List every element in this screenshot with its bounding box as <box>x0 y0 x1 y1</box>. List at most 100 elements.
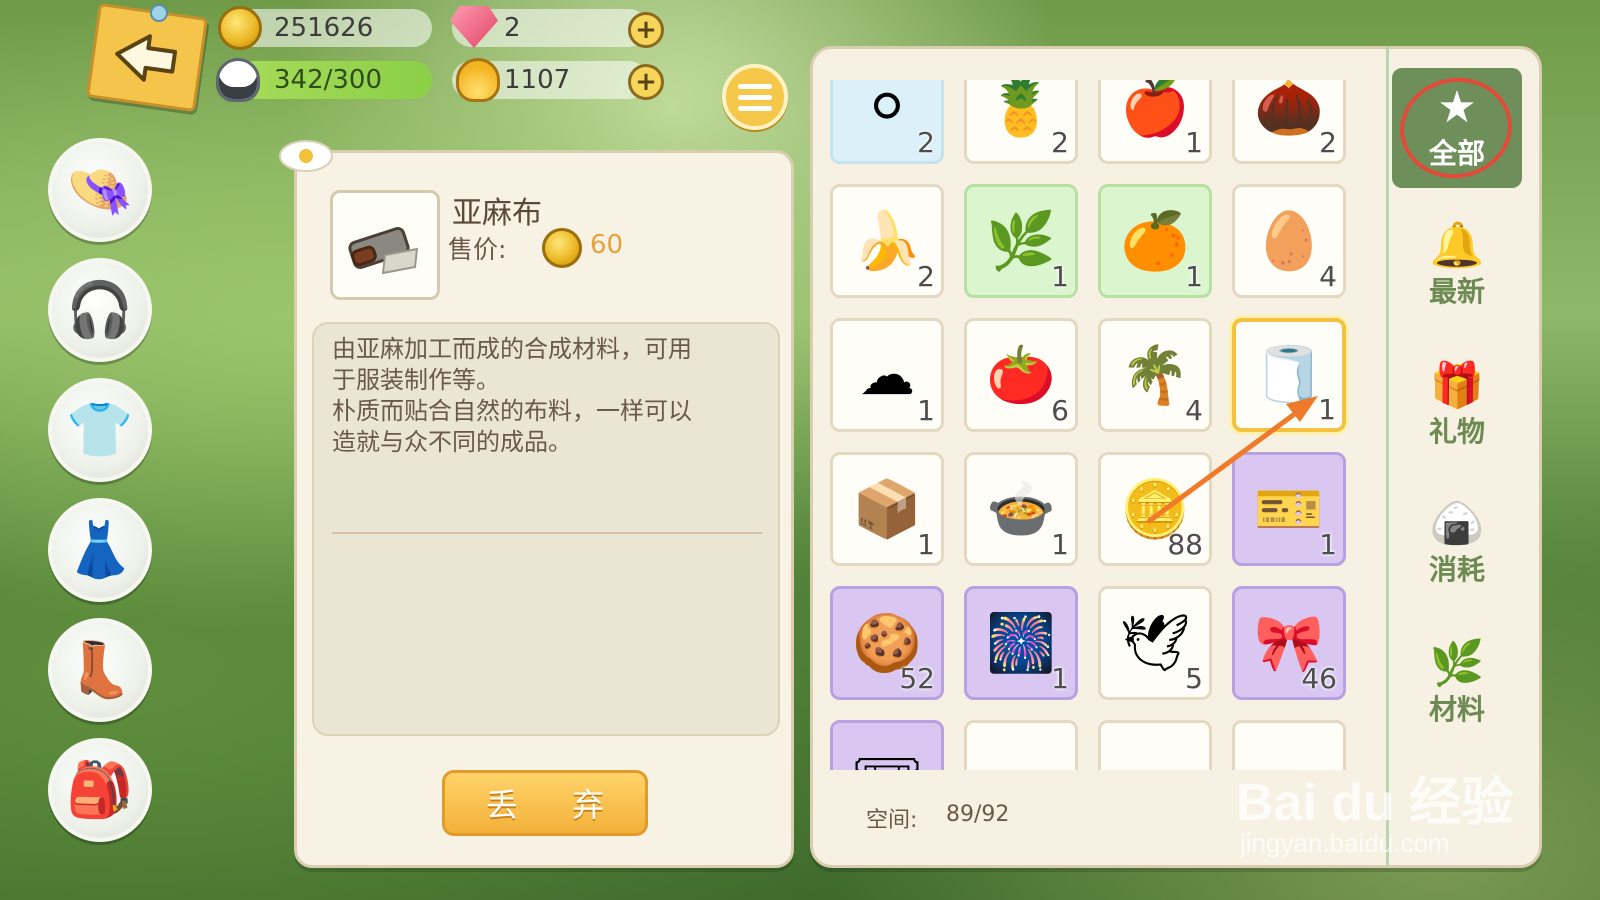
space-label: 空间: <box>866 808 918 833</box>
flower-icon <box>279 140 333 172</box>
item-quantity: 6 <box>1051 394 1069 427</box>
add-shells-button[interactable]: + <box>628 64 664 100</box>
inventory-slot[interactable]: 🎆 1 <box>964 586 1078 700</box>
tab-gifts[interactable]: 🎁 礼物 <box>1392 346 1522 466</box>
hat-icon: 👒 <box>66 158 134 221</box>
inventory-slot[interactable]: 🍅 6 <box>964 318 1078 432</box>
menu-icon <box>738 83 772 89</box>
shell-icon <box>456 58 500 102</box>
backpack-icon: 🎒 <box>66 758 134 821</box>
tab-consumables[interactable]: 🍙 消耗 <box>1392 484 1522 604</box>
back-arrow-icon <box>115 33 178 82</box>
space-value: 89/92 <box>946 802 1010 827</box>
egg-icon: 🥚 <box>1254 209 1324 274</box>
menu-button[interactable] <box>722 64 788 130</box>
stamina-value: 342/300 <box>274 65 383 95</box>
description-line: 于服装制作等。 <box>332 366 500 394</box>
linen-cloth-icon <box>348 227 419 275</box>
coupon-icon: 🎟 <box>851 744 922 770</box>
tab-label: 消耗 <box>1428 553 1485 586</box>
chestnut-icon: 🌰 <box>1254 80 1324 140</box>
inventory-slot[interactable]: 📦 1 <box>830 452 944 566</box>
coin-value: 251626 <box>274 13 374 43</box>
pin-icon <box>150 4 168 22</box>
cotton-icon: ☁ <box>859 342 915 408</box>
inventory-slot[interactable]: 🌿 1 <box>964 184 1078 298</box>
item-quantity: 2 <box>1051 126 1069 159</box>
shirt-icon: 👕 <box>66 398 134 461</box>
item-quantity: 46 <box>1301 662 1337 695</box>
top-clothing-button[interactable]: 👕 <box>48 378 152 482</box>
item-description: 由亚麻加工而成的合成材料，可用 于服装制作等。 朴质而贴合自然的布料，一样可以 … <box>312 322 780 736</box>
tab-all[interactable]: ★ 全部 <box>1392 68 1522 188</box>
inventory-slot[interactable]: 🍎 1 <box>1098 80 1212 164</box>
tab-materials[interactable]: 🌿 材料 <box>1392 624 1522 744</box>
inventory-slot[interactable]: 🍊 1 <box>1098 184 1212 298</box>
item-quantity: 52 <box>899 662 935 695</box>
tomato-icon: 🍅 <box>986 343 1056 408</box>
empty-inventory-slot[interactable] <box>964 720 1078 770</box>
tab-latest[interactable]: 🔔 最新 <box>1392 206 1522 326</box>
inventory-slot[interactable]: 🌰 2 <box>1232 80 1346 164</box>
banana-icon: 🍌 <box>852 209 922 274</box>
inventory-slot[interactable]: 🍌 2 <box>830 184 944 298</box>
pineapple-icon: 🍍 <box>986 80 1056 140</box>
price-label: 售价: <box>448 235 507 264</box>
inventory-slot[interactable]: 🪙 88 <box>1098 452 1212 566</box>
item-quantity: 1 <box>1051 662 1069 695</box>
branch-icon: 🌿 <box>1429 638 1485 689</box>
inventory-slot[interactable]: 🥚 4 <box>1232 184 1346 298</box>
inventory-slot[interactable]: 🎟 <box>830 720 944 770</box>
bell-icon: 🔔 <box>1429 220 1485 271</box>
coin-icon <box>218 6 262 50</box>
price-value: 60 <box>590 230 624 260</box>
inventory-slot[interactable]: 🎀 46 <box>1232 586 1346 700</box>
item-quantity: 88 <box>1167 528 1203 561</box>
highlight-circle <box>1392 69 1520 187</box>
skirt-button[interactable]: 👗 <box>48 498 152 602</box>
headphones-button[interactable]: 🎧 <box>48 258 152 362</box>
riceball-icon: 🍙 <box>1429 498 1485 549</box>
apple-icon: 🍎 <box>1120 80 1190 140</box>
pearl-icon: ⚪ <box>863 80 911 140</box>
divider <box>332 532 762 534</box>
watermark-logo: Bai du 经验 <box>1236 774 1514 832</box>
item-quantity: 1 <box>917 394 935 427</box>
inventory-slot[interactable]: 🧻 1 <box>1232 318 1346 432</box>
headphones-icon: 🎧 <box>66 278 134 341</box>
backpack-button[interactable]: 🎒 <box>48 738 152 842</box>
add-gems-button[interactable]: + <box>628 12 664 48</box>
inventory-slot[interactable]: 🎫 1 <box>1232 452 1346 566</box>
fireworks-box-icon: 🎆 <box>986 611 1056 676</box>
inventory-slot[interactable]: ☁ 1 <box>830 318 944 432</box>
physalis-icon: 🍊 <box>1120 209 1190 274</box>
shoes-button[interactable]: 👢 <box>48 618 152 722</box>
item-name: 亚麻布 <box>452 196 542 231</box>
gift-icon: 🎁 <box>1429 360 1485 411</box>
gem-value: 2 <box>504 13 521 43</box>
description-line: 造就与众不同的成品。 <box>332 428 572 456</box>
inventory-slot[interactable]: 🌴 4 <box>1098 318 1212 432</box>
emblem-icon: 🕊 <box>1119 611 1191 676</box>
inventory-slot[interactable]: 🍍 2 <box>964 80 1078 164</box>
inventory-slot[interactable]: 🍲 1 <box>964 452 1078 566</box>
menu-icon-bar <box>738 94 772 100</box>
hat-button[interactable]: 👒 <box>48 138 152 242</box>
item-quantity: 2 <box>1319 126 1337 159</box>
panel-divider <box>1386 46 1389 866</box>
inventory-slot[interactable]: ⚪ 2 <box>830 80 944 164</box>
item-thumbnail <box>330 190 440 300</box>
item-quantity: 4 <box>1319 260 1337 293</box>
item-quantity: 1 <box>1319 528 1337 561</box>
shell-value: 1107 <box>504 65 571 95</box>
inventory-grid[interactable]: ⚪ 2 🍍 2 🍎 1 🌰 2 🍌 2 🌿 1 🍊 1 🥚 4 ☁ 1 🍅 6 🌴 4 🧻 1 📦 1 🍲 1 🪙 88 🎫 1 🍪 52 🎆 1 🕊 5… <box>830 80 1370 770</box>
cooking-pot-icon: 🍲 <box>986 477 1056 542</box>
inventory-slot[interactable]: 🍪 52 <box>830 586 944 700</box>
discard-button[interactable]: 丢 弃 <box>442 770 648 836</box>
back-button[interactable] <box>85 2 209 113</box>
inventory-slot[interactable]: 🕊 5 <box>1098 586 1212 700</box>
item-quantity: 1 <box>1185 126 1203 159</box>
riceball-icon <box>216 58 260 102</box>
empty-inventory-slot[interactable] <box>1098 720 1212 770</box>
tab-label: 礼物 <box>1428 415 1485 448</box>
